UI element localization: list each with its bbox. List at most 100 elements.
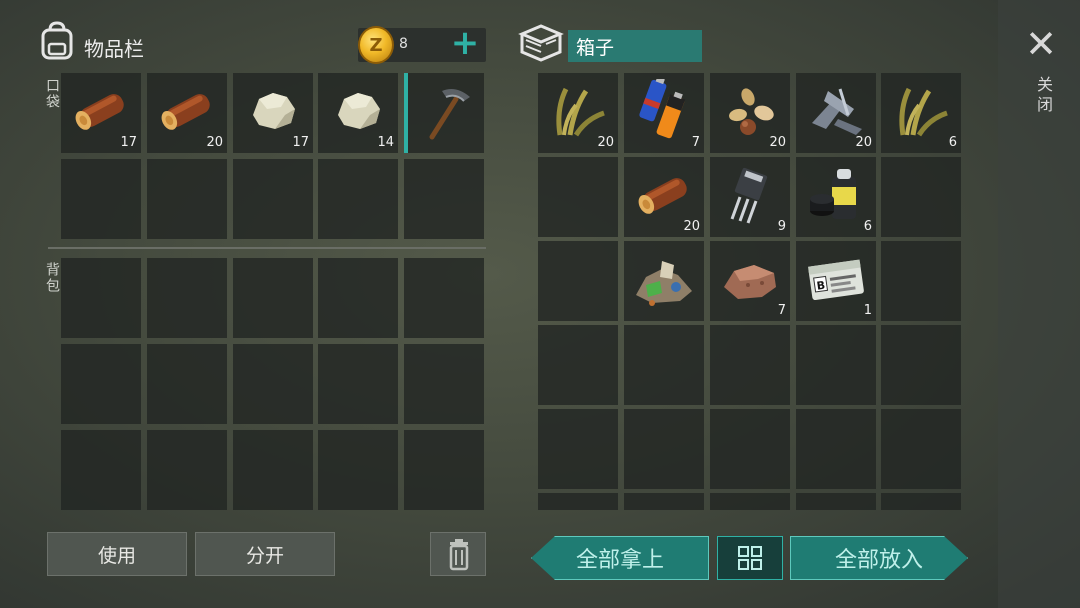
backpack-slot[interactable]	[318, 258, 398, 338]
item-quantity: 20	[683, 219, 700, 234]
backpack-slot[interactable]	[318, 430, 398, 510]
backpack-slot[interactable]	[404, 430, 484, 510]
pocket-slot[interactable]	[61, 159, 141, 239]
backpack-slot[interactable]	[147, 258, 227, 338]
box-slot[interactable]	[538, 157, 618, 237]
take-all-label: 全部拿上	[575, 548, 664, 573]
item-quantity: 1	[863, 303, 872, 318]
box-icon	[518, 22, 564, 64]
item-quantity: 6	[863, 219, 872, 234]
box-slot[interactable]: 7	[624, 73, 704, 153]
seeds-icon	[729, 88, 774, 135]
selected-slot-indicator	[404, 73, 408, 153]
close-label[interactable]: 关闭	[1031, 76, 1055, 116]
wood-log-icon	[638, 178, 687, 214]
box-slot[interactable]: 6	[796, 157, 876, 237]
backpack-slot[interactable]	[147, 430, 227, 510]
box-slot[interactable]: 9	[710, 157, 790, 237]
box-slot[interactable]	[624, 409, 704, 489]
pocket-slot[interactable]	[147, 159, 227, 239]
inventory-title: 物品栏	[84, 37, 144, 61]
box-slot[interactable]: 20	[710, 73, 790, 153]
copper-ore-icon	[724, 265, 776, 299]
backpack-slot[interactable]	[147, 344, 227, 424]
box-slot[interactable]	[710, 493, 790, 510]
box-slot[interactable]	[881, 325, 961, 405]
box-slot[interactable]	[796, 325, 876, 405]
pocket-slot[interactable]: 17	[61, 73, 141, 153]
item-quantity: 17	[120, 135, 137, 150]
box-slot[interactable]	[881, 157, 961, 237]
trash-button[interactable]	[430, 532, 486, 576]
item-quantity: 20	[769, 135, 786, 150]
box-slot[interactable]	[796, 409, 876, 489]
plant-fiber-icon	[556, 87, 605, 137]
sort-button[interactable]	[717, 536, 783, 580]
box-slot[interactable]	[538, 493, 618, 510]
sort-grid-icon	[738, 546, 762, 570]
backpack-slot[interactable]	[318, 344, 398, 424]
box-slot[interactable]	[881, 241, 961, 321]
backpack-label: 背包	[44, 262, 60, 294]
box-slot[interactable]: 20	[796, 73, 876, 153]
close-icon[interactable]: ✕	[1024, 25, 1058, 63]
item-quantity: 14	[377, 135, 394, 150]
box-title[interactable]: 箱子	[568, 30, 702, 62]
item-quantity: 7	[691, 135, 700, 150]
coin-icon: Z	[358, 26, 394, 64]
backpack-slot[interactable]	[404, 344, 484, 424]
backpack-slot[interactable]	[233, 258, 313, 338]
box-slot[interactable]	[624, 241, 704, 321]
pocket-slot[interactable]: 14	[318, 73, 398, 153]
item-quantity: 20	[597, 135, 614, 150]
box-slot[interactable]	[538, 325, 618, 405]
stone-icon	[338, 93, 380, 129]
box-slot[interactable]	[624, 325, 704, 405]
put-all-label: 全部放入	[834, 548, 923, 573]
box-slot[interactable]	[881, 493, 961, 510]
stone-icon	[253, 93, 295, 129]
pickaxe-icon	[429, 89, 470, 140]
trash-icon	[449, 539, 469, 571]
spray-paint-icon	[810, 169, 856, 219]
box-slot[interactable]	[710, 325, 790, 405]
pocket-slot[interactable]	[404, 159, 484, 239]
take-all-button[interactable]: 全部拿上	[531, 536, 709, 580]
backpack-slot[interactable]	[233, 344, 313, 424]
army-id-card-icon: B	[808, 259, 864, 301]
box-slot[interactable]: 6	[881, 73, 961, 153]
box-slot[interactable]: 20	[538, 73, 618, 153]
item-quantity: 7	[777, 303, 786, 318]
box-slot[interactable]	[538, 409, 618, 489]
pocket-slot[interactable]	[404, 73, 484, 153]
box-slot[interactable]	[538, 241, 618, 321]
pocket-slot[interactable]: 17	[233, 73, 313, 153]
add-coins-button[interactable]: +	[450, 26, 480, 62]
box-slot[interactable]	[710, 409, 790, 489]
backpack-slot[interactable]	[61, 344, 141, 424]
metal-scrap-icon	[812, 88, 862, 135]
pocket-backpack-divider	[48, 247, 486, 249]
box-slot[interactable]: B1	[796, 241, 876, 321]
box-slot[interactable]	[796, 493, 876, 510]
box-slot[interactable]: 7	[710, 241, 790, 321]
wood-log-icon	[161, 94, 210, 130]
batteries-icon	[639, 79, 686, 139]
use-button[interactable]: 使用	[47, 532, 187, 576]
backpack-slot[interactable]	[61, 430, 141, 510]
put-all-button[interactable]: 全部放入	[790, 536, 968, 580]
pocket-slot[interactable]: 20	[147, 73, 227, 153]
pocket-slot[interactable]	[233, 159, 313, 239]
item-quantity: 20	[855, 135, 872, 150]
backpack-slot[interactable]	[61, 258, 141, 338]
item-quantity: 17	[292, 135, 309, 150]
box-slot[interactable]	[624, 493, 704, 510]
item-quantity: 9	[777, 219, 786, 234]
box-slot[interactable]: 20	[624, 157, 704, 237]
backpack-slot[interactable]	[233, 430, 313, 510]
backpack-slot[interactable]	[404, 258, 484, 338]
split-button[interactable]: 分开	[195, 532, 335, 576]
pocket-slot[interactable]	[318, 159, 398, 239]
box-slot[interactable]	[881, 409, 961, 489]
pocket-label: 口袋	[44, 78, 60, 110]
